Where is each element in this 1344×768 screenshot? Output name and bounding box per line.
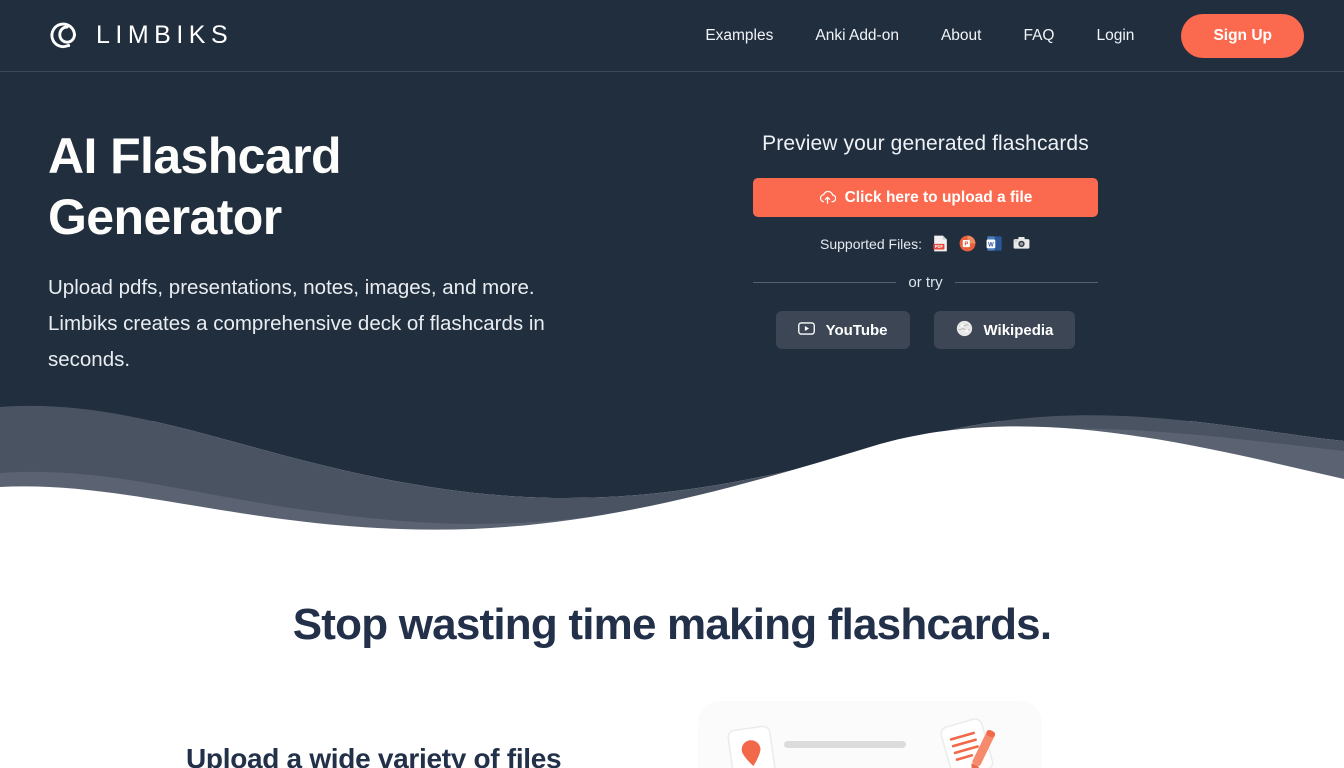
wave-divider xyxy=(0,395,1344,555)
image-file-icon xyxy=(1012,234,1031,253)
page-title: AI Flashcard Generator xyxy=(48,126,428,248)
brand-name: LIMBIKS xyxy=(96,21,234,49)
limbiks-logo-mark-icon xyxy=(48,20,80,52)
feature-heading: Upload a wide variety of files xyxy=(186,743,562,768)
svg-text:P: P xyxy=(964,242,968,248)
hero-text-block: AI Flashcard Generator Upload pdfs, pres… xyxy=(48,126,608,378)
pdf-file-icon: PDF xyxy=(931,234,950,253)
main-nav: Examples Anki Add-on About FAQ Login Sig… xyxy=(684,13,1304,58)
youtube-source-label: YouTube xyxy=(825,321,888,339)
wikipedia-source-label: Wikipedia xyxy=(983,321,1054,339)
upload-file-button-label: Click here to upload a file xyxy=(844,188,1033,206)
divider-label: or try xyxy=(908,274,943,291)
supported-file-icons: PDF P W xyxy=(931,234,1031,253)
divider-line-right xyxy=(954,282,1099,283)
nav-item-about[interactable]: About xyxy=(920,19,1003,53)
preview-panel-title: Preview your generated flashcards xyxy=(762,132,1089,155)
youtube-source-button[interactable]: YouTube xyxy=(775,311,910,349)
landing-page: LIMBIKS Examples Anki Add-on About FAQ L… xyxy=(0,0,1344,768)
nav-item-examples[interactable]: Examples xyxy=(684,19,794,53)
alternate-source-buttons: YouTube Wikipedia xyxy=(753,311,1098,349)
nav-item-anki-add-on[interactable]: Anki Add-on xyxy=(794,19,920,53)
wikipedia-source-button[interactable]: Wikipedia xyxy=(933,311,1076,349)
upload-panel: Preview your generated flashcards Click … xyxy=(753,132,1099,349)
nav-item-login[interactable]: Login xyxy=(1076,19,1156,53)
card-placeholder-bar xyxy=(784,741,906,748)
powerpoint-file-icon: P xyxy=(958,234,977,253)
flashcard-exclamation-icon xyxy=(726,723,780,768)
word-file-icon: W xyxy=(985,234,1004,253)
section-heading: Stop wasting time making flashcards. xyxy=(292,600,1052,649)
document-pencil-icon xyxy=(932,709,1010,768)
svg-text:W: W xyxy=(988,242,994,248)
divider-line-left xyxy=(753,282,897,283)
youtube-icon xyxy=(797,321,815,339)
sign-up-button[interactable]: Sign Up xyxy=(1181,13,1304,58)
cloud-upload-icon xyxy=(819,190,836,205)
supported-files-row: Supported Files: PDF P W xyxy=(753,234,1098,253)
or-try-divider: or try xyxy=(753,274,1099,291)
wikipedia-icon xyxy=(956,320,973,341)
upload-file-button[interactable]: Click here to upload a file xyxy=(753,178,1098,217)
hero-subtitle: Upload pdfs, presentations, notes, image… xyxy=(48,276,545,371)
flashcard-preview-card xyxy=(698,701,1042,768)
site-header: LIMBIKS Examples Anki Add-on About FAQ L… xyxy=(0,0,1344,72)
supported-files-label: Supported Files: xyxy=(820,235,922,252)
svg-text:PDF: PDF xyxy=(935,244,944,249)
brand-logo[interactable]: LIMBIKS xyxy=(48,20,233,52)
lower-section: Stop wasting time making flashcards. Upl… xyxy=(0,555,1344,768)
nav-item-faq[interactable]: FAQ xyxy=(1002,19,1075,53)
hero-title-line-2: Generator xyxy=(48,189,282,245)
hero-title-line-1: AI Flashcard xyxy=(48,128,342,184)
